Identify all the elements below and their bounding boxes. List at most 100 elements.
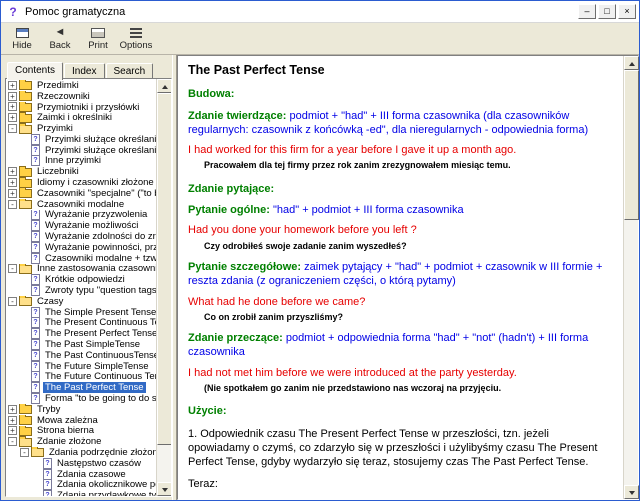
- collapse-minus-icon[interactable]: -: [8, 124, 17, 133]
- tab-index[interactable]: Index: [64, 63, 104, 79]
- tree-item[interactable]: +Tryby: [6, 404, 156, 415]
- text-segment: Zdanie pytające:: [188, 183, 274, 195]
- tree-item[interactable]: + Strona bierna: [6, 426, 156, 437]
- tree-item-label: Przyimki służące określaniu miejsca: [43, 145, 156, 156]
- expand-plus-icon[interactable]: +: [8, 167, 17, 176]
- folder-icon: [19, 189, 32, 198]
- tree-item[interactable]: ?Wyrażanie przyzwolenia: [6, 210, 156, 221]
- tree-item[interactable]: -Czasowniki modalne: [6, 199, 156, 210]
- help-page-icon: ?: [31, 318, 40, 329]
- help-page-icon: ?: [31, 393, 40, 404]
- help-page-icon: ?: [31, 382, 40, 393]
- collapse-minus-icon[interactable]: -: [8, 200, 17, 209]
- tree-item[interactable]: ?The Simple Present Tense: [6, 307, 156, 318]
- tree-item[interactable]: ?The Past Perfect Tense: [6, 382, 156, 393]
- tree-item-label: Zaimki i określniki: [35, 112, 114, 123]
- tree-item[interactable]: +Rzeczowniki: [6, 91, 156, 102]
- tree-item[interactable]: + Przedimki: [6, 80, 156, 91]
- title-bar[interactable]: ? Pomoc gramatyczna – □ ×: [1, 1, 639, 23]
- tree-item[interactable]: ?The Future Continuous Tense: [6, 372, 156, 383]
- expand-plus-icon[interactable]: +: [8, 81, 17, 90]
- content-scrollbar-thumb[interactable]: [624, 70, 639, 220]
- folder-icon: [19, 405, 32, 414]
- tree-item[interactable]: +Mowa zależna: [6, 415, 156, 426]
- scroll-up-icon[interactable]: [157, 79, 172, 93]
- tree-item[interactable]: ?Wyrażanie zdolności do zrobienia czegoś: [6, 231, 156, 242]
- tree-item[interactable]: -Zdanie złożone: [6, 436, 156, 447]
- tree-scrollbar-thumb[interactable]: [157, 93, 172, 445]
- tree-item[interactable]: ?Następstwo czasów: [6, 458, 156, 469]
- tree-item[interactable]: ?Czasowniki modalne + tzw. Perfect Infin…: [6, 253, 156, 264]
- tree-item[interactable]: ?The Present Perfect Tense: [6, 328, 156, 339]
- tree-item[interactable]: -Zdania podrzędnie złożone: [6, 447, 156, 458]
- collapse-minus-icon[interactable]: -: [8, 264, 17, 273]
- hide-icon: [16, 28, 29, 38]
- tree-item-label: Wyrażanie przyzwolenia: [43, 210, 149, 221]
- tree-item[interactable]: +Czasowniki "specjalne" ("to be"...): [6, 188, 156, 199]
- content-block: Zdanie przeczące: podmiot + odpowiednia …: [188, 331, 613, 360]
- tree-item[interactable]: ?Forma "to be going to do something": [6, 393, 156, 404]
- tree-item-label: Strona bierna: [35, 426, 96, 437]
- tree-item-label: Przedimki: [35, 80, 81, 91]
- tree-item[interactable]: ?The Past ContinuousTense: [6, 350, 156, 361]
- expand-plus-icon[interactable]: +: [8, 92, 17, 101]
- help-page-icon: ?: [31, 156, 40, 167]
- text-segment: "had" + podmiot + III forma czasownika: [273, 204, 464, 216]
- expand-plus-icon[interactable]: +: [8, 113, 17, 122]
- help-page-icon: ?: [31, 361, 40, 372]
- tree-item[interactable]: -Inne zastosowania czasowników modalnych: [6, 264, 156, 275]
- main-area: Contents Index Search + Przedimki+Rzeczow…: [1, 55, 639, 500]
- tree-item-label: Idiomy i czasowniki złożone ("phrasal ve…: [35, 177, 156, 188]
- text-segment: Pracowałem dla tej firmy przez rok zanim…: [204, 160, 511, 170]
- scroll-down-icon[interactable]: [624, 485, 639, 499]
- tree-item[interactable]: + Zaimki i określniki: [6, 112, 156, 123]
- expand-plus-icon[interactable]: +: [8, 178, 17, 187]
- tree-item[interactable]: ?The Present Continuous Tense: [6, 318, 156, 329]
- tree-item[interactable]: ?The Future SimpleTense: [6, 361, 156, 372]
- back-button[interactable]: ◄ Back: [41, 24, 79, 53]
- tree-item[interactable]: ?Wyrażanie powinności, przymusu: [6, 242, 156, 253]
- content-scrollbar[interactable]: [623, 56, 638, 499]
- tree-item-label: Przyimki służące określaniu czasu: [43, 134, 156, 145]
- expand-plus-icon[interactable]: +: [8, 405, 17, 414]
- tree-item[interactable]: -Czasy: [6, 296, 156, 307]
- content-block: What had he done before we came?: [188, 295, 613, 309]
- scroll-down-icon[interactable]: [157, 482, 172, 496]
- tree-item[interactable]: ?Inne przyimki: [6, 156, 156, 167]
- expand-plus-icon[interactable]: +: [8, 102, 17, 111]
- print-button[interactable]: Print: [79, 24, 117, 53]
- scroll-up-icon[interactable]: [624, 56, 639, 70]
- tree-item[interactable]: ?Zdania czasowe: [6, 469, 156, 480]
- tree-item[interactable]: +Liczebniki: [6, 166, 156, 177]
- collapse-minus-icon[interactable]: -: [8, 437, 17, 446]
- tree-item[interactable]: ?Zdania okolicznikowe porównawcze: [6, 479, 156, 490]
- tab-contents[interactable]: Contents: [7, 62, 63, 80]
- hide-button[interactable]: Hide: [3, 24, 41, 53]
- minimize-button[interactable]: –: [578, 4, 596, 19]
- print-button-label: Print: [88, 40, 108, 51]
- close-button[interactable]: ×: [618, 4, 636, 19]
- maximize-button[interactable]: □: [598, 4, 616, 19]
- text-segment: Zdanie twierdzące:: [188, 110, 289, 122]
- content-block: Budowa:: [188, 87, 613, 101]
- tree-item[interactable]: ?Przyimki służące określaniu czasu: [6, 134, 156, 145]
- tree-item[interactable]: ?Przyimki służące określaniu miejsca: [6, 145, 156, 156]
- tree-item[interactable]: ?Krótkie odpowiedzi: [6, 274, 156, 285]
- tab-search[interactable]: Search: [106, 63, 154, 79]
- expand-plus-icon[interactable]: +: [8, 426, 17, 435]
- tree-item[interactable]: ?The Past SimpleTense: [6, 339, 156, 350]
- expand-plus-icon[interactable]: +: [8, 416, 17, 425]
- tree-item[interactable]: + Idiomy i czasowniki złożone ("phrasal v…: [6, 177, 156, 188]
- text-segment: What had he done before we came?: [188, 296, 365, 308]
- tree-item[interactable]: +Przymiotniki i przysłówki: [6, 102, 156, 113]
- tree-item[interactable]: ?Wyrażanie możliwości: [6, 220, 156, 231]
- tree-item[interactable]: -Przyimki: [6, 123, 156, 134]
- collapse-minus-icon[interactable]: -: [8, 297, 17, 306]
- tree-scrollbar[interactable]: [156, 79, 171, 496]
- options-button[interactable]: Options: [117, 24, 155, 53]
- tree-item[interactable]: ?Zwroty typu "question tags": [6, 285, 156, 296]
- content-block: Zdanie pytające:: [188, 182, 613, 196]
- collapse-minus-icon[interactable]: -: [20, 448, 29, 457]
- expand-plus-icon[interactable]: +: [8, 189, 17, 198]
- tree-item[interactable]: ?Zdania przydawkowe typu Defining: [6, 490, 156, 496]
